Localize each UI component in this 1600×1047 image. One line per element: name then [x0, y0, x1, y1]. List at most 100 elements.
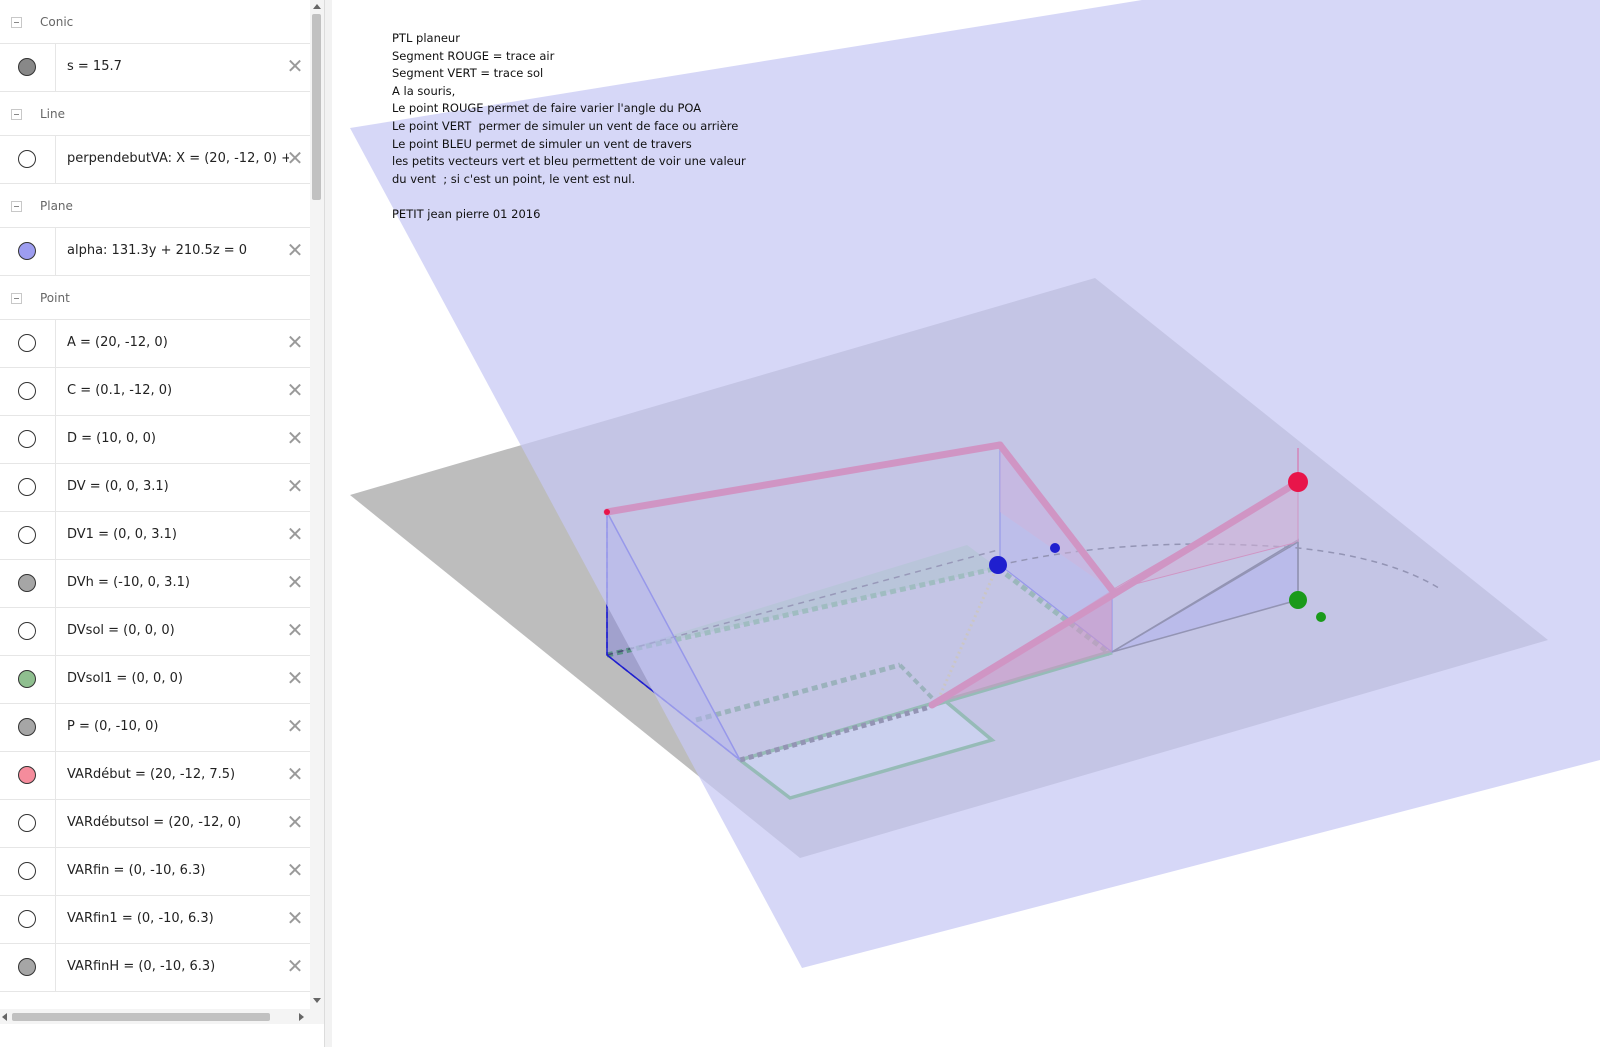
visibility-cell — [0, 228, 56, 275]
algebra-expression[interactable]: DVh = (-10, 0, 3.1) — [67, 575, 289, 590]
algebra-item[interactable]: alpha: 131.3y + 210.5z = 0 ✕ — [0, 228, 310, 276]
visibility-toggle-icon[interactable] — [18, 242, 36, 260]
algebra-expression[interactable]: VARfin = (0, -10, 6.3) — [67, 863, 289, 878]
algebra-expression[interactable]: A = (20, -12, 0) — [67, 335, 289, 350]
algebra-item[interactable]: perpendebutVA: X = (20, -12, 0) + λ (0,✕ — [0, 136, 310, 184]
algebra-item[interactable]: VARdébutsol = (20, -12, 0) ✕ — [0, 800, 310, 848]
algebra-item[interactable]: DV = (0, 0, 3.1) ✕ — [0, 464, 310, 512]
view-divider[interactable] — [324, 0, 332, 1047]
visibility-toggle-icon[interactable] — [18, 814, 36, 832]
close-icon[interactable]: ✕ — [284, 379, 306, 401]
info-text: PTL planeur Segment ROUGE = trace air Segm… — [392, 30, 746, 224]
algebra-expression[interactable]: DVsol = (0, 0, 0) — [67, 623, 289, 638]
algebra-expression[interactable]: VARdébut = (20, -12, 7.5) — [67, 767, 289, 782]
algebra-item[interactable]: VARfin = (0, -10, 6.3) ✕ — [0, 848, 310, 896]
visibility-toggle-icon[interactable] — [18, 958, 36, 976]
algebra-item[interactable]: D = (10, 0, 0) ✕ — [0, 416, 310, 464]
vertical-scrollbar[interactable] — [310, 0, 324, 1024]
algebra-item[interactable]: VARfin1 = (0, -10, 6.3) ✕ — [0, 896, 310, 944]
close-icon[interactable]: ✕ — [284, 859, 306, 881]
group-header-line[interactable]: Line — [0, 92, 310, 136]
visibility-toggle-icon[interactable] — [18, 382, 36, 400]
algebra-item[interactable]: DV1 = (0, 0, 3.1) ✕ — [0, 512, 310, 560]
close-icon[interactable]: ✕ — [284, 763, 306, 785]
close-icon[interactable]: ✕ — [284, 955, 306, 977]
close-icon[interactable]: ✕ — [284, 55, 306, 77]
algebra-item[interactable]: DVh = (-10, 0, 3.1) ✕ — [0, 560, 310, 608]
visibility-toggle-icon[interactable] — [18, 58, 36, 76]
graphics-3d-view[interactable]: PTL planeur Segment ROUGE = trace air Segm… — [332, 0, 1600, 1047]
close-icon[interactable]: ✕ — [284, 667, 306, 689]
close-icon[interactable]: ✕ — [284, 147, 306, 169]
algebra-item[interactable]: VARfinH = (0, -10, 6.3) ✕ — [0, 944, 310, 992]
collapse-icon[interactable] — [11, 201, 22, 212]
group-header-conic[interactable]: Conic — [0, 0, 310, 44]
close-icon[interactable]: ✕ — [284, 331, 306, 353]
algebra-expression[interactable]: VARfinH = (0, -10, 6.3) — [67, 959, 289, 974]
algebra-expression[interactable]: VARfin1 = (0, -10, 6.3) — [67, 911, 289, 926]
collapse-icon[interactable] — [11, 109, 22, 120]
visibility-toggle-icon[interactable] — [18, 574, 36, 592]
algebra-expression[interactable]: VARdébutsol = (20, -12, 0) — [67, 815, 289, 830]
algebra-item[interactable]: A = (20, -12, 0) ✕ — [0, 320, 310, 368]
info-line: PTL planeur — [392, 31, 460, 45]
close-icon[interactable]: ✕ — [284, 475, 306, 497]
visibility-toggle-icon[interactable] — [18, 718, 36, 736]
scroll-right-icon[interactable] — [299, 1013, 304, 1021]
collapse-icon[interactable] — [11, 17, 22, 28]
collapse-icon[interactable] — [11, 293, 22, 304]
info-line — [392, 188, 746, 206]
group-header-plane[interactable]: Plane — [0, 184, 310, 228]
close-icon[interactable]: ✕ — [284, 523, 306, 545]
green-small-point[interactable] — [1316, 612, 1326, 622]
visibility-toggle-icon[interactable] — [18, 478, 36, 496]
algebra-view: Conic s = 15.7 ✕ Line perpendebutVA: X = (20… — [0, 0, 324, 1047]
algebra-item[interactable]: s = 15.7 ✕ — [0, 44, 310, 92]
algebra-expression[interactable]: DV1 = (0, 0, 3.1) — [67, 527, 289, 542]
scroll-up-icon[interactable] — [313, 4, 321, 9]
visibility-cell — [0, 848, 56, 895]
algebra-item[interactable]: C = (0.1, -12, 0) ✕ — [0, 368, 310, 416]
info-line: Le point ROUGE permet de faire varier l'… — [392, 101, 702, 116]
close-icon[interactable]: ✕ — [284, 619, 306, 641]
info-line: Segment VERT = trace sol — [392, 66, 544, 81]
scroll-left-icon[interactable] — [2, 1013, 7, 1021]
algebra-expression[interactable]: P = (0, -10, 0) — [67, 719, 289, 734]
algebra-item[interactable]: DVsol1 = (0, 0, 0) ✕ — [0, 656, 310, 704]
algebra-item[interactable]: P = (0, -10, 0) ✕ — [0, 704, 310, 752]
scroll-down-icon[interactable] — [313, 998, 321, 1003]
visibility-toggle-icon[interactable] — [18, 910, 36, 928]
visibility-cell — [0, 512, 56, 559]
blue-point[interactable] — [989, 556, 1007, 574]
horizontal-scroll-thumb[interactable] — [12, 1013, 270, 1021]
group-header-point[interactable]: Point — [0, 276, 310, 320]
algebra-expression[interactable]: D = (10, 0, 0) — [67, 431, 289, 446]
visibility-toggle-icon[interactable] — [18, 430, 36, 448]
algebra-item[interactable]: VARdébut = (20, -12, 7.5) ✕ — [0, 752, 310, 800]
close-icon[interactable]: ✕ — [284, 239, 306, 261]
visibility-toggle-icon[interactable] — [18, 766, 36, 784]
green-point[interactable] — [1289, 591, 1307, 609]
algebra-expression[interactable]: DVsol1 = (0, 0, 0) — [67, 671, 289, 686]
algebra-item[interactable]: DVsol = (0, 0, 0) ✕ — [0, 608, 310, 656]
vertical-scroll-thumb[interactable] — [312, 14, 321, 200]
visibility-toggle-icon[interactable] — [18, 622, 36, 640]
red-point[interactable] — [1288, 472, 1308, 492]
algebra-expression[interactable]: C = (0.1, -12, 0) — [67, 383, 289, 398]
close-icon[interactable]: ✕ — [284, 427, 306, 449]
algebra-expression[interactable]: s = 15.7 — [67, 59, 289, 74]
close-icon[interactable]: ✕ — [284, 811, 306, 833]
visibility-toggle-icon[interactable] — [18, 526, 36, 544]
visibility-toggle-icon[interactable] — [18, 150, 36, 168]
visibility-toggle-icon[interactable] — [18, 862, 36, 880]
info-line: PETIT jean pierre 01 2016 — [392, 206, 541, 221]
close-icon[interactable]: ✕ — [284, 715, 306, 737]
algebra-expression[interactable]: DV = (0, 0, 3.1) — [67, 479, 289, 494]
visibility-toggle-icon[interactable] — [18, 670, 36, 688]
horizontal-scrollbar[interactable] — [0, 1009, 310, 1024]
algebra-expression[interactable]: perpendebutVA: X = (20, -12, 0) + λ (0, — [67, 151, 289, 166]
close-icon[interactable]: ✕ — [284, 907, 306, 929]
algebra-expression[interactable]: alpha: 131.3y + 210.5z = 0 — [67, 243, 289, 258]
close-icon[interactable]: ✕ — [284, 571, 306, 593]
visibility-toggle-icon[interactable] — [18, 334, 36, 352]
